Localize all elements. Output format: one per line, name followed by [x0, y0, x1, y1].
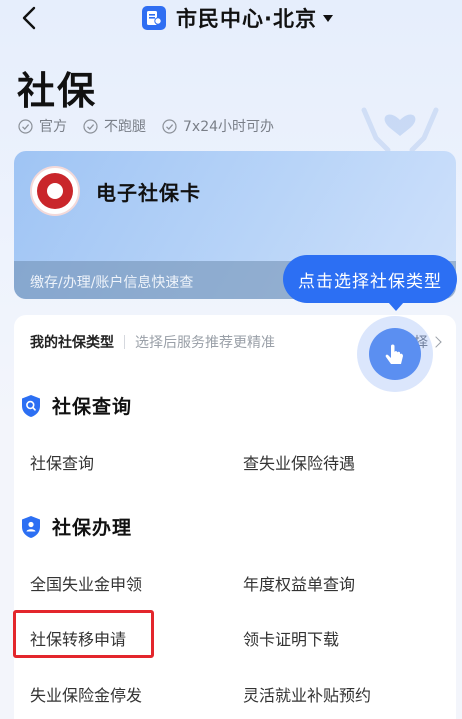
select-type-tooltip[interactable]: 点击选择社保类型 [283, 255, 457, 303]
social-security-logo [30, 166, 80, 216]
section-query-header: 社保查询 [20, 392, 132, 419]
check-circle-icon [162, 118, 177, 134]
section-title: 社保查询 [52, 396, 133, 418]
check-circle-icon [18, 118, 33, 134]
id-card-icon [142, 6, 166, 30]
tag-label: 官方 [39, 119, 67, 135]
divider [124, 335, 125, 349]
service-tags: 官方 不跑腿 7x24小时可办 [18, 116, 274, 136]
service-item[interactable]: 失业保险金停发 [30, 682, 142, 706]
hand-pointer-icon [385, 344, 403, 364]
service-item[interactable]: 领卡证明下载 [243, 626, 339, 650]
highlight-annotation [13, 610, 154, 658]
section-handle-header: 社保办理 [20, 513, 132, 540]
check-circle-icon [83, 118, 98, 134]
card-subtitle: 缴存/办理/账户信息快速查 [30, 275, 194, 291]
tag-label: 7x24小时可办 [183, 119, 275, 135]
service-item[interactable]: 灵活就业补贴预约 [243, 682, 371, 706]
page-title: 社保 [17, 69, 98, 113]
service-item[interactable]: 查失业保险待遇 [243, 450, 355, 474]
service-item[interactable]: 社保查询 [30, 450, 94, 474]
type-hint: 选择后服务推荐更精准 [135, 335, 275, 351]
top-bar: 市民中心·北京 [0, 0, 462, 36]
shield-search-icon [22, 394, 40, 417]
tag-24h: 7x24小时可办 [162, 116, 274, 136]
shield-user-icon [22, 515, 40, 538]
service-item[interactable]: 年度权益单查询 [243, 571, 355, 595]
page-header-title: 市民中心·北京 [176, 7, 317, 31]
type-label: 我的社保类型 [30, 335, 114, 351]
tap-indicator [357, 316, 433, 392]
tag-label: 不跑腿 [104, 119, 146, 135]
back-button[interactable] [16, 4, 44, 32]
tag-official: 官方 [18, 116, 67, 136]
card-title: 电子社保卡 [96, 181, 201, 205]
section-title: 社保办理 [52, 517, 133, 539]
service-item[interactable]: 全国失业金申领 [30, 571, 142, 595]
tooltip-arrow [388, 302, 404, 311]
chevron-left-icon [22, 6, 36, 30]
caret-down-icon [322, 14, 333, 22]
city-selector[interactable]: 市民中心·北京 [142, 3, 333, 33]
tag-no-visit: 不跑腿 [83, 116, 146, 136]
hands-heart-icon [361, 107, 439, 153]
